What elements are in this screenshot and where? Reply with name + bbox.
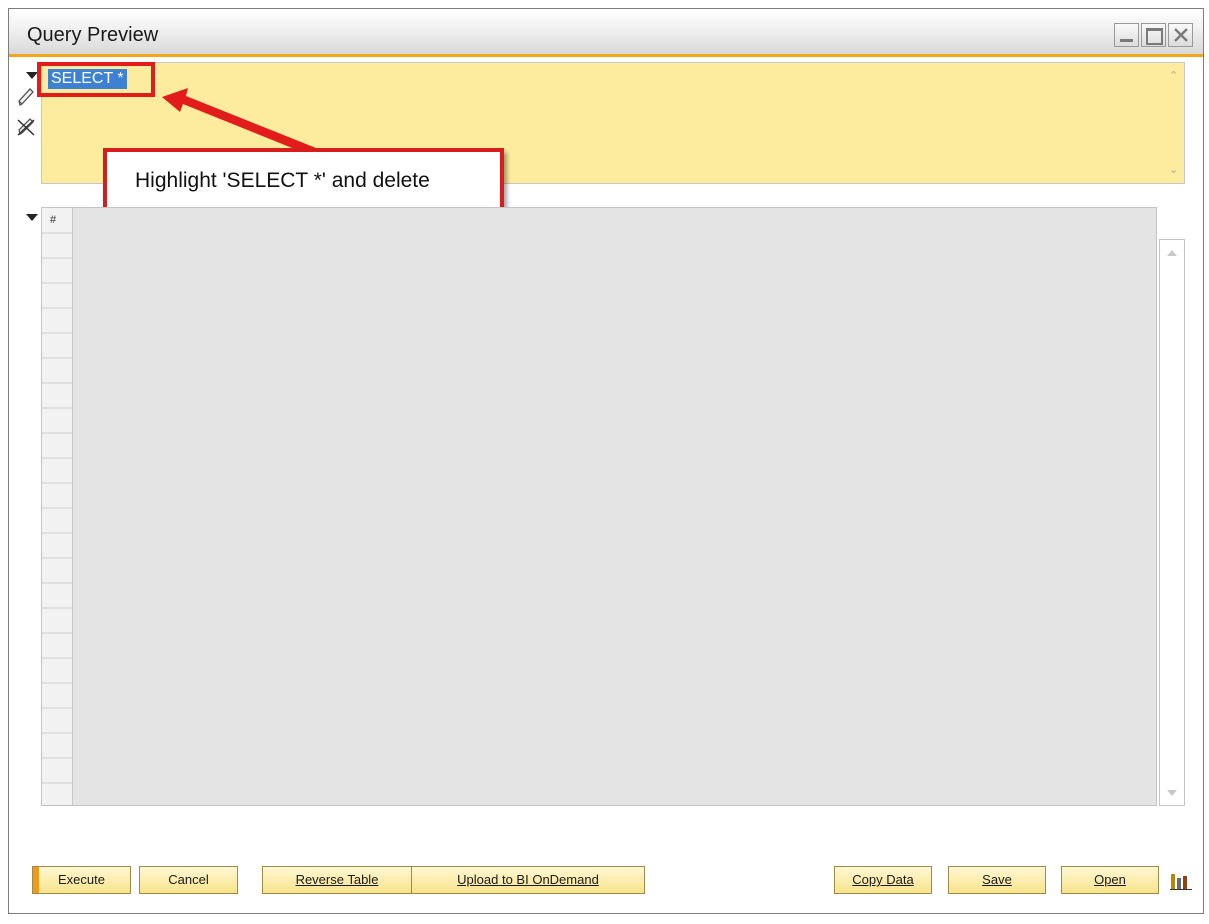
execute-button[interactable]: Execute [32, 866, 131, 894]
scroll-down-icon[interactable]: ⌄ [1169, 163, 1178, 176]
minimize-button[interactable] [1114, 23, 1139, 47]
window-title: Query Preview [27, 24, 159, 46]
grid-scroll-down-icon[interactable] [1167, 790, 1177, 796]
reverse-table-button-label: Reverse Table [295, 872, 379, 887]
grid-vertical-scrollbar[interactable] [1159, 239, 1185, 806]
upload-to-bi-ondemand-button[interactable]: Upload to BI OnDemand [411, 866, 645, 894]
cancel-button[interactable]: Cancel [139, 866, 238, 894]
save-button[interactable]: Save [948, 866, 1046, 894]
annotation-highlight-box [37, 62, 155, 97]
copy-data-button[interactable]: Copy Data [834, 866, 932, 894]
maximize-button[interactable] [1141, 23, 1166, 47]
upload-button-label: Upload to BI OnDemand [457, 872, 599, 887]
annotation-callout: Highlight 'SELECT *' and delete [103, 148, 504, 214]
open-button-label: Open [1094, 872, 1126, 887]
copy-data-button-label: Copy Data [852, 872, 914, 887]
collapse-results-arrow-icon[interactable] [26, 214, 38, 221]
callout-text: Highlight 'SELECT *' and delete [135, 169, 430, 192]
chart-icon[interactable] [1170, 872, 1192, 890]
close-icon [1174, 28, 1188, 42]
open-button[interactable]: Open [1061, 866, 1159, 894]
reverse-table-button[interactable]: Reverse Table [262, 866, 412, 894]
save-button-label: Save [982, 872, 1012, 887]
grid-scroll-up-icon[interactable] [1167, 250, 1177, 256]
title-bar[interactable]: Query Preview [9, 9, 1203, 57]
pencil-icon[interactable] [16, 86, 36, 108]
close-button[interactable] [1168, 23, 1193, 47]
grid-row-lines [42, 232, 72, 784]
scroll-up-icon[interactable]: ⌃ [1169, 69, 1178, 82]
eraser-icon[interactable] [16, 116, 38, 138]
results-grid[interactable]: # [41, 207, 1157, 806]
